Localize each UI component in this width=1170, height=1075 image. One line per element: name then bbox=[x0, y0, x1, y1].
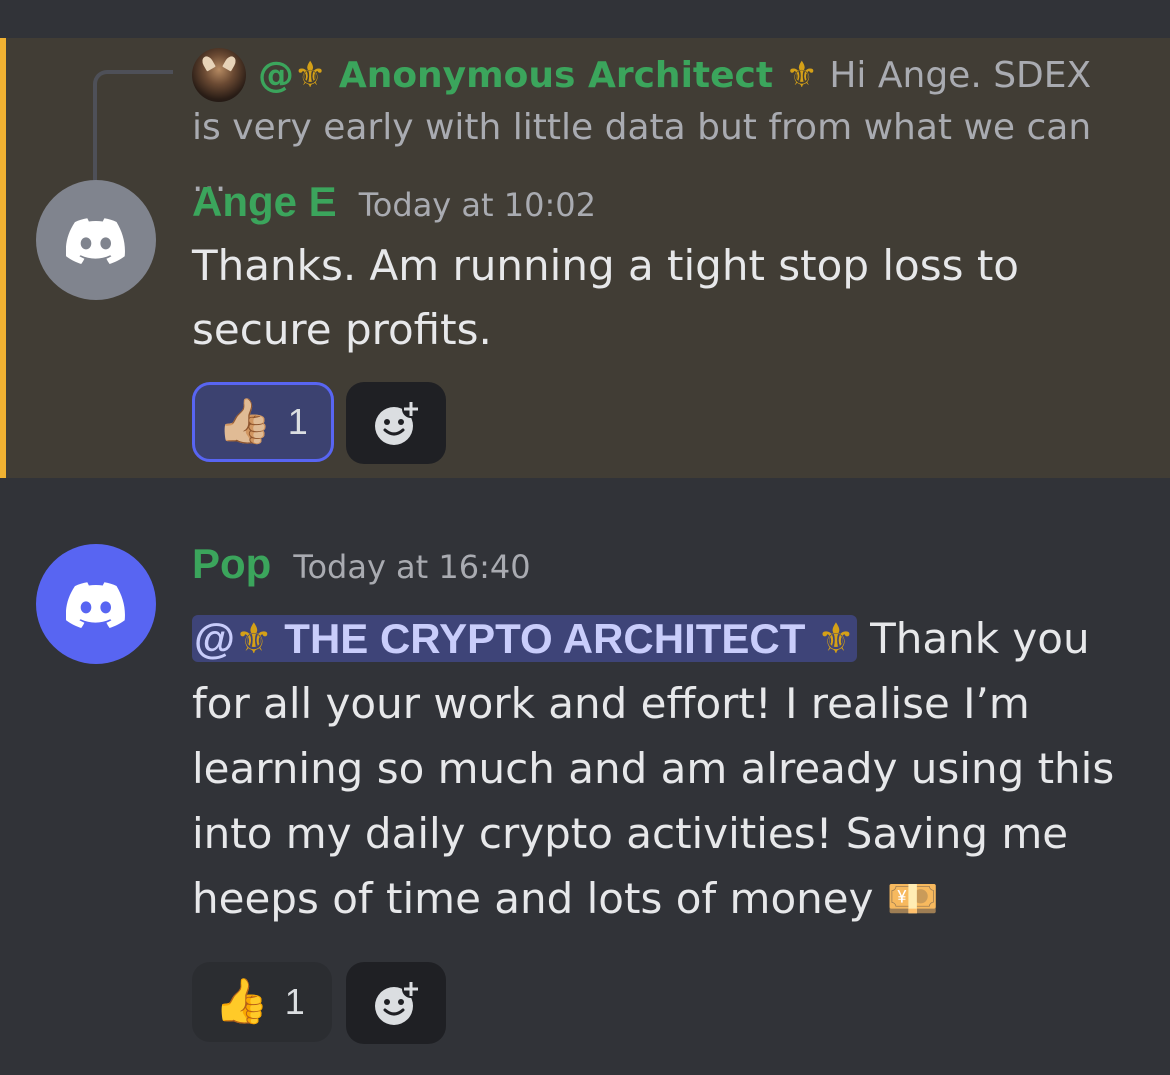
mention-highlight-bar bbox=[0, 38, 6, 478]
discord-logo-icon bbox=[66, 218, 125, 264]
avatar[interactable] bbox=[36, 544, 156, 664]
timestamp: Today at 16:40 bbox=[293, 548, 531, 586]
reaction-thumbs-up[interactable]: 👍 1 bbox=[192, 962, 332, 1042]
message-text: @⚜ THE CRYPTO ARCHITECT ⚜ Thank you for … bbox=[192, 606, 1132, 931]
message-header: Ange E Today at 10:02 bbox=[192, 178, 596, 226]
add-reaction-icon bbox=[375, 400, 420, 445]
discord-logo-icon bbox=[66, 582, 125, 628]
fleur-de-lis-icon: ⚜ bbox=[294, 55, 327, 96]
fleur-de-lis-icon: ⚜ bbox=[817, 615, 855, 662]
author-name[interactable]: Ange E bbox=[192, 178, 337, 225]
reaction-count: 1 bbox=[287, 401, 308, 442]
fleur-de-lis-icon: ⚜ bbox=[234, 615, 273, 662]
message-header: Pop Today at 16:40 bbox=[192, 540, 531, 588]
author-name[interactable]: Pop bbox=[192, 540, 271, 587]
reply-author-name[interactable]: @⚜ Anonymous Architect ⚜ bbox=[258, 55, 818, 96]
message-ange-e[interactable]: @⚜ Anonymous Architect ⚜ Hi Ange. SDEX i… bbox=[0, 38, 1170, 478]
add-reaction-button[interactable] bbox=[346, 382, 446, 464]
fleur-de-lis-icon: ⚜ bbox=[785, 55, 818, 96]
message-text: Thanks. Am running a tight stop loss to … bbox=[192, 241, 1019, 354]
reply-connector-line bbox=[93, 70, 173, 190]
reaction-count: 1 bbox=[284, 981, 305, 1022]
thumbs-up-icon: 👍 bbox=[214, 976, 269, 1027]
chat-view: @⚜ Anonymous Architect ⚜ Hi Ange. SDEX i… bbox=[0, 0, 1170, 1075]
add-reaction-button[interactable] bbox=[346, 962, 446, 1044]
reaction-thumbs-up[interactable]: 👍🏼 1 bbox=[192, 382, 334, 462]
add-reaction-icon bbox=[375, 980, 420, 1025]
thumbs-up-icon: 👍🏼 bbox=[217, 396, 272, 447]
yen-banknote-icon: 💴 bbox=[886, 874, 940, 923]
avatar[interactable] bbox=[36, 180, 156, 300]
timestamp: Today at 10:02 bbox=[358, 186, 596, 224]
reply-snippet-line1: Hi Ange. SDEX bbox=[829, 55, 1092, 96]
user-mention[interactable]: @⚜ THE CRYPTO ARCHITECT ⚜ bbox=[192, 615, 857, 662]
